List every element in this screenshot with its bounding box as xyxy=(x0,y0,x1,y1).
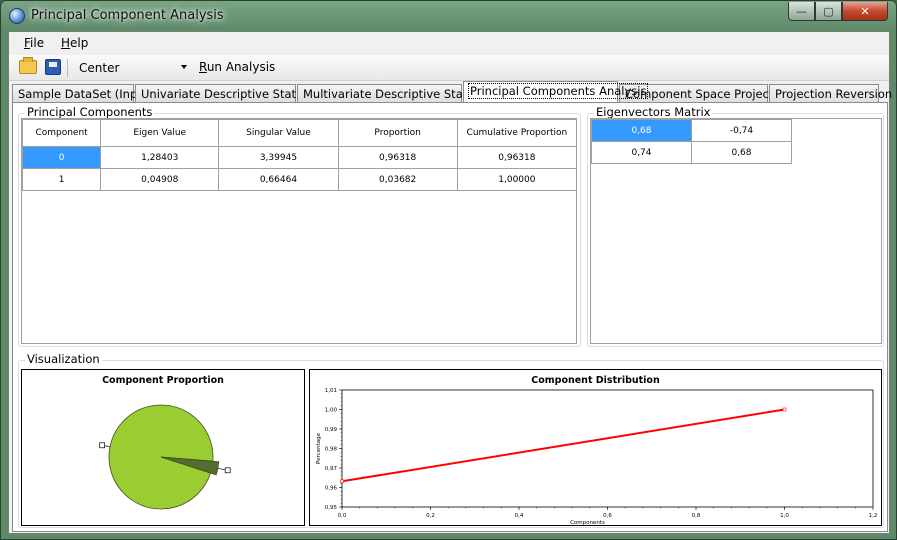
tab-principal-components[interactable]: Principal Components Analysis xyxy=(463,81,649,102)
line-chart-svg: 0,0 0,2 0,4 0,6 0,8 1,0 1,2 0,95 0,96 0,97 0,98 0,9… xyxy=(316,388,878,525)
col-proportion[interactable]: Proportion xyxy=(337,119,458,147)
tab-strip: Sample DataSet (Input) Univariate Descri… xyxy=(12,81,892,103)
eigenvectors-group: Eigenvectors Matrix 0,68 -0,74 0,74 0,68 xyxy=(587,105,884,347)
menu-bar: File Help xyxy=(9,32,889,54)
pie-label-marker xyxy=(99,442,106,449)
table-cell[interactable]: 0,96318 xyxy=(456,146,576,169)
menu-file[interactable]: File xyxy=(24,36,44,50)
table-cell[interactable]: 0,03682 xyxy=(337,168,458,191)
line-chart[interactable]: Component Distribution 0,0 0,2 0,4 0,6 0,8 1,… xyxy=(309,369,882,526)
table-cell[interactable]: 0,74 xyxy=(591,141,692,164)
title-bar[interactable]: Principal Component Analysis — ▢ ✕ xyxy=(1,1,896,31)
x-tick-label: 0,2 xyxy=(426,513,435,519)
app-window: Principal Component Analysis — ▢ ✕ File … xyxy=(0,0,897,540)
x-tick-label: 1,0 xyxy=(780,513,789,519)
table-cell[interactable]: 0,66464 xyxy=(218,168,339,191)
table-cell[interactable]: 0,68 xyxy=(591,119,692,142)
x-axis-label: Components xyxy=(570,520,605,525)
x-tick-label: 0,6 xyxy=(603,513,612,519)
pie-chart-svg xyxy=(99,404,231,510)
eigenvectors-grid[interactable]: 0,68 -0,74 0,74 0,68 xyxy=(590,118,882,344)
table-row[interactable]: 0,68 -0,74 xyxy=(591,119,792,142)
maximize-button[interactable]: ▢ xyxy=(815,2,842,21)
y-tick-label: 1,00 xyxy=(325,408,338,414)
y-tick-label: 0,96 xyxy=(325,486,338,492)
table-row[interactable]: 0 1,28403 3,39945 0,96318 0,96318 xyxy=(22,146,576,169)
col-component[interactable]: Component xyxy=(22,119,102,147)
tab-page: Principal Components Component Eigen Val… xyxy=(12,102,888,532)
table-cell[interactable]: 0,68 xyxy=(691,141,792,164)
window-title: Principal Component Analysis xyxy=(31,8,224,23)
toolbar-separator xyxy=(67,59,68,77)
y-tick-label: 0,99 xyxy=(325,427,338,433)
run-analysis-button[interactable]: Run Analysis xyxy=(199,60,275,74)
pie-label-marker xyxy=(224,467,231,474)
plot-area xyxy=(341,389,874,508)
table-cell[interactable]: 0 xyxy=(22,146,102,169)
app-icon xyxy=(9,8,25,24)
tab-multivariate[interactable]: Multivariate Descriptive Statistics xyxy=(297,84,496,102)
data-point xyxy=(340,479,344,484)
pie-chart[interactable]: Component Proportion xyxy=(21,369,305,526)
table-cell[interactable]: 0,96318 xyxy=(337,146,458,169)
x-tick-label: 0,8 xyxy=(692,513,701,519)
client-area: File Help Center Run Analysis Sample Dat… xyxy=(8,31,892,534)
y-tick-label: 0,95 xyxy=(325,505,338,511)
open-folder-icon[interactable] xyxy=(19,57,37,74)
col-singular-value[interactable]: Singular Value xyxy=(218,119,339,147)
menu-help[interactable]: Help xyxy=(61,36,88,50)
x-tick-label: 1,2 xyxy=(869,513,878,519)
y-tick-label: 1,01 xyxy=(325,388,337,394)
table-cell[interactable]: 1 xyxy=(22,168,102,191)
tab-projection-reversion[interactable]: Projection Reversion xyxy=(769,84,892,102)
grid-header-row: Component Eigen Value Singular Value Pro… xyxy=(22,119,576,147)
table-row[interactable]: 0,74 0,68 xyxy=(591,141,792,164)
table-cell[interactable]: 3,39945 xyxy=(218,146,339,169)
visualization-group: Visualization Component Proportion Compo… xyxy=(18,352,884,528)
x-tick-label: 0,0 xyxy=(338,513,347,519)
table-cell[interactable]: 1,28403 xyxy=(100,146,220,169)
minimize-button[interactable]: — xyxy=(788,2,815,21)
principal-components-title: Principal Components xyxy=(25,105,155,119)
table-row[interactable]: 1 0,04908 0,66464 0,03682 1,00000 xyxy=(22,168,576,191)
tab-univariate[interactable]: Univariate Descriptive Statistics xyxy=(135,84,325,102)
close-button[interactable]: ✕ xyxy=(842,2,888,21)
method-value: Center xyxy=(79,61,120,75)
method-dropdown[interactable]: Center xyxy=(73,59,191,78)
data-point xyxy=(782,407,787,412)
visualization-title: Visualization xyxy=(25,352,102,366)
principal-components-group: Principal Components Component Eigen Val… xyxy=(18,105,581,347)
save-icon[interactable] xyxy=(45,59,61,75)
tab-sample-dataset[interactable]: Sample DataSet (Input) xyxy=(12,84,154,102)
y-axis-label: Percentage xyxy=(316,432,322,464)
table-cell[interactable]: -0,74 xyxy=(691,119,792,142)
table-cell[interactable]: 1,00000 xyxy=(456,168,576,191)
y-tick-label: 0,97 xyxy=(325,466,338,472)
toolbar: Center Run Analysis xyxy=(9,55,889,81)
col-cumulative-proportion[interactable]: Cumulative Proportion xyxy=(456,119,576,147)
y-tick-label: 0,98 xyxy=(325,447,338,453)
chevron-down-icon[interactable] xyxy=(181,65,187,69)
col-eigen-value[interactable]: Eigen Value xyxy=(100,119,220,147)
eigenvectors-title: Eigenvectors Matrix xyxy=(594,105,713,119)
table-cell[interactable]: 0,04908 xyxy=(100,168,220,191)
x-tick-label: 0,4 xyxy=(515,513,524,519)
principal-components-grid[interactable]: Component Eigen Value Singular Value Pro… xyxy=(21,118,577,344)
